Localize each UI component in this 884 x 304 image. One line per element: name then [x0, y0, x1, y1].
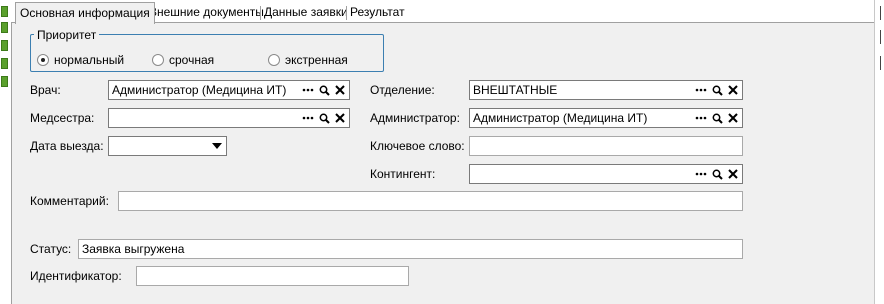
left-edge-strip — [0, 0, 11, 304]
status-value: Заявка выгружена — [82, 242, 185, 256]
tab-bar: Основная информация Внешние документы Да… — [11, 0, 874, 24]
priority-group-title: Приоритет — [34, 28, 100, 42]
ellipsis-icon[interactable] — [693, 110, 709, 126]
doctor-label: Врач: — [30, 83, 61, 97]
status-label: Статус: — [30, 242, 72, 256]
search-icon[interactable] — [709, 166, 725, 182]
administrator-field[interactable]: Администратор (Медицина ИТ) — [469, 108, 743, 128]
nurse-label: Медсестра: — [30, 111, 95, 125]
comment-label: Комментарий: — [30, 194, 109, 208]
search-icon[interactable] — [316, 82, 332, 98]
close-icon[interactable] — [332, 110, 348, 126]
search-icon[interactable] — [709, 110, 725, 126]
priority-urgent-radio[interactable]: срочная — [152, 52, 214, 68]
identifier-input[interactable] — [136, 266, 409, 286]
ellipsis-icon[interactable] — [693, 166, 709, 182]
department-label: Отделение: — [370, 83, 435, 97]
doctor-value: Администратор (Медицина ИТ) — [112, 83, 287, 97]
tab-main-info[interactable]: Основная информация — [15, 2, 155, 24]
priority-normal-radio[interactable]: нормальный — [37, 52, 124, 68]
chevron-down-icon[interactable] — [212, 143, 222, 149]
priority-emergency-radio[interactable]: экстренная — [268, 52, 348, 68]
search-icon[interactable] — [316, 110, 332, 126]
department-field[interactable]: ВНЕШТАТНЫЕ — [469, 80, 743, 100]
row-marker — [1, 22, 8, 33]
row-marker — [1, 40, 8, 51]
departure-date-combo[interactable] — [108, 136, 227, 156]
right-edge-strip — [874, 0, 884, 304]
priority-urgent-label: срочная — [169, 53, 215, 67]
department-value: ВНЕШТАТНЫЕ — [473, 83, 558, 97]
comment-input[interactable] — [118, 191, 743, 211]
edge-divider — [880, 30, 881, 44]
close-icon[interactable] — [725, 110, 741, 126]
edge-divider — [880, 56, 881, 70]
ellipsis-icon[interactable] — [300, 82, 316, 98]
status-field[interactable]: Заявка выгружена — [78, 239, 743, 259]
administrator-value: Администратор (Медицина ИТ) — [473, 111, 648, 125]
nurse-field[interactable] — [108, 108, 350, 128]
contingent-label: Контингент: — [370, 167, 436, 181]
departure-date-label: Дата выезда: — [30, 139, 104, 153]
search-icon[interactable] — [709, 82, 725, 98]
priority-normal-label: нормальный — [54, 53, 125, 67]
tab-request-data[interactable]: Данные заявки — [260, 4, 352, 23]
contingent-field[interactable] — [469, 164, 743, 184]
radio-unchecked-icon — [152, 53, 164, 66]
close-icon[interactable] — [725, 82, 741, 98]
close-icon[interactable] — [725, 166, 741, 182]
row-marker — [1, 58, 8, 69]
close-icon[interactable] — [332, 82, 348, 98]
ellipsis-icon[interactable] — [693, 82, 709, 98]
radio-unchecked-icon — [268, 53, 280, 66]
tab-result[interactable]: Результат — [346, 4, 409, 23]
edge-divider — [880, 6, 881, 20]
identifier-label: Идентификатор: — [30, 269, 122, 283]
radio-checked-icon — [37, 53, 49, 66]
keyword-input[interactable] — [469, 136, 743, 156]
priority-emergency-label: экстренная — [285, 53, 348, 67]
row-marker — [1, 76, 8, 87]
doctor-field[interactable]: Администратор (Медицина ИТ) — [108, 80, 350, 100]
tab-external-documents[interactable]: Внешние документы — [145, 4, 268, 23]
keyword-label: Ключевое слово: — [370, 139, 465, 153]
ellipsis-icon[interactable] — [300, 110, 316, 126]
row-marker — [1, 6, 8, 17]
administrator-label: Администратор: — [370, 111, 460, 125]
